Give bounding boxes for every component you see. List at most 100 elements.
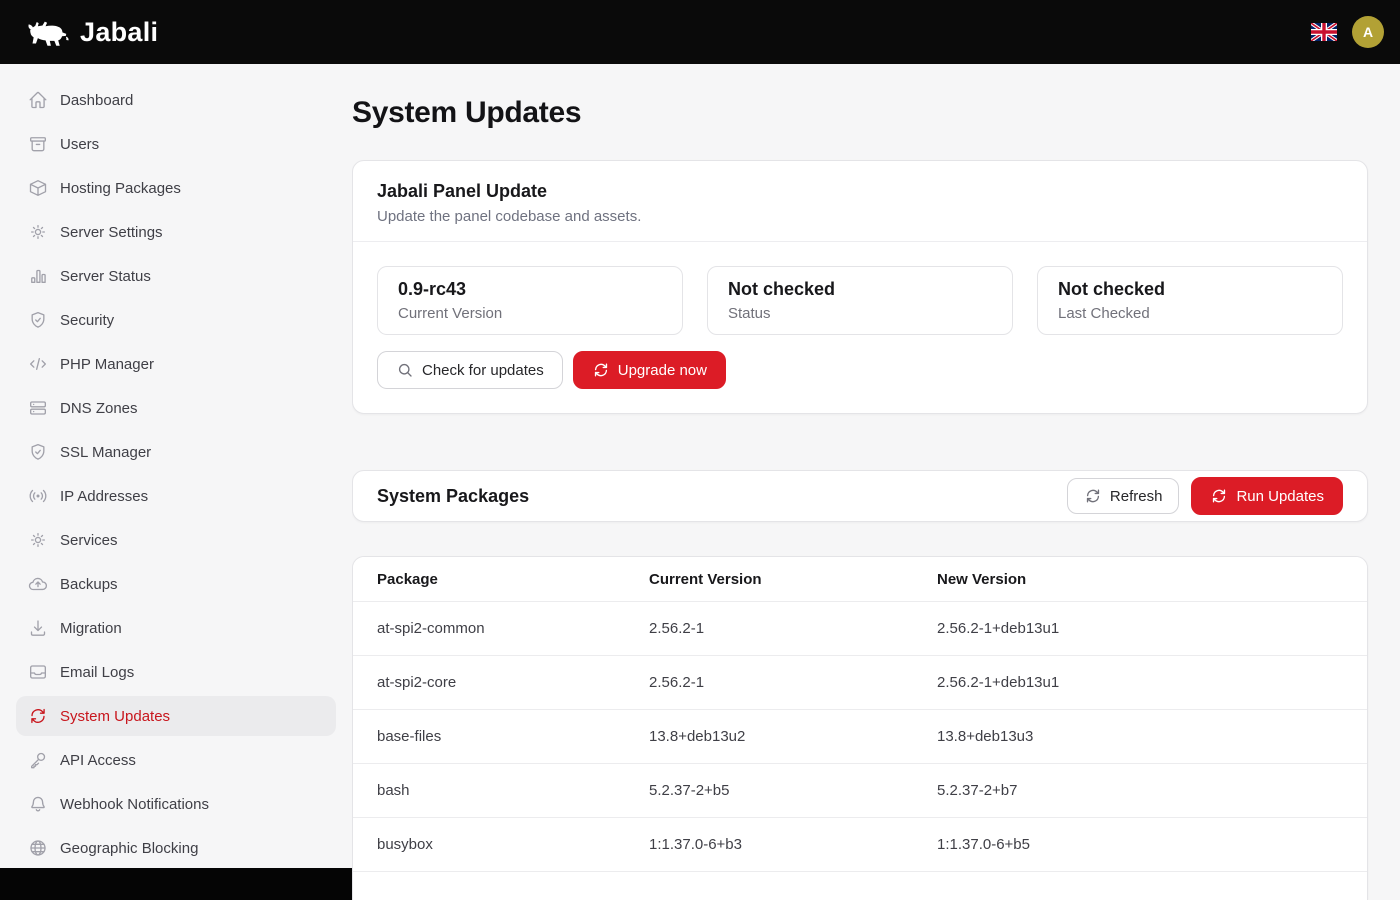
upgrade-now-button[interactable]: Upgrade now — [573, 351, 726, 389]
refresh-icon — [1210, 487, 1228, 505]
sidebar-item-label: Server Status — [60, 268, 151, 285]
page-title: System Updates — [352, 96, 1368, 130]
stat-value: Not checked — [1058, 279, 1322, 300]
stat-label: Current Version — [398, 305, 662, 322]
packages-table-card: Package Current Version New Version at-s… — [352, 556, 1368, 900]
sidebar-item-label: Migration — [60, 620, 122, 637]
column-header-current-version: Current Version — [625, 557, 913, 602]
table-header-row: Package Current Version New Version — [353, 557, 1367, 602]
boar-icon — [26, 16, 72, 48]
search-icon — [396, 361, 414, 379]
cell-package: bash — [353, 764, 625, 818]
panel-update-card: Jabali Panel Update Update the panel cod… — [352, 160, 1368, 414]
cell-new-version: 2.56.2-1+deb13u1 — [913, 602, 1367, 656]
signal-icon — [28, 486, 48, 506]
sidebar-item-label: Webhook Notifications — [60, 796, 209, 813]
stat-label: Status — [728, 305, 992, 322]
brand-logo[interactable]: Jabali — [26, 16, 158, 48]
table-row: at-spi2-core 2.56.2-1 2.56.2-1+deb13u1 — [353, 656, 1367, 710]
cube-icon — [28, 178, 48, 198]
sidebar-item-label: Hosting Packages — [60, 180, 181, 197]
sidebar-item-api-access[interactable]: API Access — [16, 740, 336, 780]
sidebar-item-ssl-manager[interactable]: SSL Manager — [16, 432, 336, 472]
sidebar-item-label: Server Settings — [60, 224, 163, 241]
panel-update-subtitle: Update the panel codebase and assets. — [377, 208, 1343, 225]
system-packages-title: System Packages — [377, 486, 529, 507]
stat-label: Last Checked — [1058, 305, 1322, 322]
sidebar-item-label: Services — [60, 532, 118, 549]
cell-package — [353, 872, 625, 900]
sidebar-item-server-settings[interactable]: Server Settings — [16, 212, 336, 252]
table-row: at-spi2-common 2.56.2-1 2.56.2-1+deb13u1 — [353, 602, 1367, 656]
cell-new-version: 5.2.37-2+b7 — [913, 764, 1367, 818]
sidebar-item-label: IP Addresses — [60, 488, 148, 505]
cell-package: at-spi2-core — [353, 656, 625, 710]
cloud-arrow-up-icon — [28, 574, 48, 594]
chart-bar-icon — [28, 266, 48, 286]
refresh-icon — [1084, 487, 1102, 505]
cell-package: busybox — [353, 818, 625, 872]
stat-current-version: 0.9-rc43 Current Version — [377, 266, 683, 335]
sidebar-item-label: DNS Zones — [60, 400, 138, 417]
language-flag-button[interactable] — [1310, 21, 1338, 43]
cell-package: at-spi2-common — [353, 602, 625, 656]
sidebar-item-label: PHP Manager — [60, 356, 154, 373]
run-updates-label: Run Updates — [1236, 488, 1324, 505]
sidebar-item-webhook-notifications[interactable]: Webhook Notifications — [16, 784, 336, 824]
main-content: System Updates Jabali Panel Update Updat… — [352, 64, 1400, 900]
cell-current-version: 2.56.2-1 — [625, 602, 913, 656]
globe-icon — [28, 838, 48, 858]
bell-icon — [28, 794, 48, 814]
sidebar-item-migration[interactable]: Migration — [16, 608, 336, 648]
stat-value: Not checked — [728, 279, 992, 300]
stat-status: Not checked Status — [707, 266, 1013, 335]
cell-new-version: 1:1.37.0-6+b5 — [913, 818, 1367, 872]
cell-current-version — [625, 872, 913, 900]
system-packages-actions: Refresh Run Updates — [1067, 477, 1343, 515]
cell-new-version: 13.8+deb13u3 — [913, 710, 1367, 764]
sidebar-item-services[interactable]: Services — [16, 520, 336, 560]
server-stack-icon — [28, 398, 48, 418]
home-icon — [28, 90, 48, 110]
table-row: base-files 13.8+deb13u2 13.8+deb13u3 — [353, 710, 1367, 764]
topbar-actions: A — [1310, 16, 1384, 48]
sidebar-item-backups[interactable]: Backups — [16, 564, 336, 604]
cell-new-version: 2.56.2-1+deb13u1 — [913, 656, 1367, 710]
shield-check-icon — [28, 310, 48, 330]
upgrade-now-label: Upgrade now — [618, 362, 707, 379]
refresh-button[interactable]: Refresh — [1067, 478, 1180, 514]
sidebar-item-users[interactable]: Users — [16, 124, 336, 164]
sidebar-nav: Dashboard Users Hosting Packages Server … — [0, 64, 352, 868]
sidebar-item-label: System Updates — [60, 708, 170, 725]
key-icon — [28, 750, 48, 770]
column-header-package: Package — [353, 557, 625, 602]
sidebar-item-label: Geographic Blocking — [60, 840, 198, 857]
sidebar-item-label: Dashboard — [60, 92, 133, 109]
refresh-label: Refresh — [1110, 488, 1163, 505]
sidebar-item-server-status[interactable]: Server Status — [16, 256, 336, 296]
sidebar-item-hosting-packages[interactable]: Hosting Packages — [16, 168, 336, 208]
cell-current-version: 13.8+deb13u2 — [625, 710, 913, 764]
uk-flag-icon — [1311, 23, 1337, 41]
sidebar-item-geographic-blocking[interactable]: Geographic Blocking — [16, 828, 336, 868]
sidebar-item-dashboard[interactable]: Dashboard — [16, 80, 336, 120]
user-avatar[interactable]: A — [1352, 16, 1384, 48]
refresh-icon — [592, 361, 610, 379]
panel-update-card-body: 0.9-rc43 Current Version Not checked Sta… — [353, 242, 1367, 413]
sidebar-item-email-logs[interactable]: Email Logs — [16, 652, 336, 692]
run-updates-button[interactable]: Run Updates — [1191, 477, 1343, 515]
check-for-updates-button[interactable]: Check for updates — [377, 351, 563, 389]
sidebar-item-label: Users — [60, 136, 99, 153]
sidebar-item-dns-zones[interactable]: DNS Zones — [16, 388, 336, 428]
sidebar-item-security[interactable]: Security — [16, 300, 336, 340]
sidebar-item-system-updates[interactable]: System Updates — [16, 696, 336, 736]
column-header-new-version: New Version — [913, 557, 1367, 602]
code-bracket-icon — [28, 354, 48, 374]
system-packages-bar: System Packages Refresh Run Updates — [352, 470, 1368, 522]
cell-current-version: 5.2.37-2+b5 — [625, 764, 913, 818]
sidebar-item-php-manager[interactable]: PHP Manager — [16, 344, 336, 384]
table-row: bash 5.2.37-2+b5 5.2.37-2+b7 — [353, 764, 1367, 818]
cog-icon — [28, 222, 48, 242]
sidebar-item-ip-addresses[interactable]: IP Addresses — [16, 476, 336, 516]
table-row: busybox 1:1.37.0-6+b3 1:1.37.0-6+b5 — [353, 818, 1367, 872]
